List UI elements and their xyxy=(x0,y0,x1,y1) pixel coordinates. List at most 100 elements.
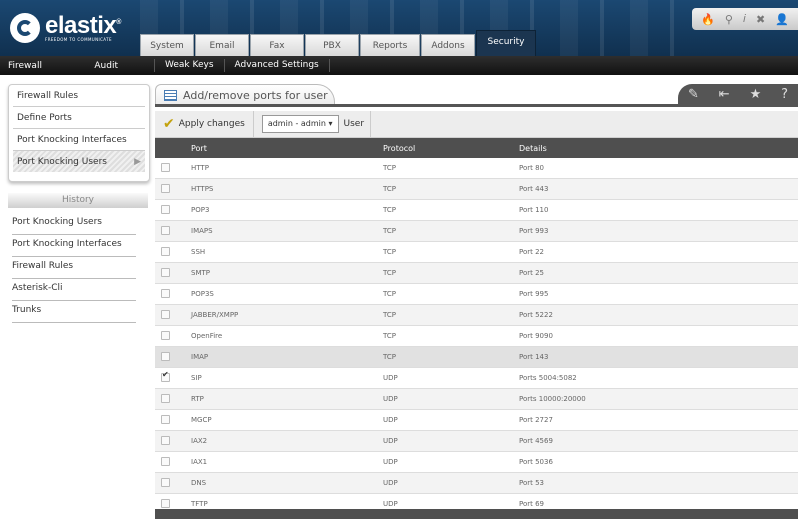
row-checkbox[interactable] xyxy=(161,351,170,361)
port-cell: SMTP xyxy=(191,262,383,284)
row-select-cell xyxy=(155,220,191,242)
logo-tagline: FREEDOM TO COMMUNICATE xyxy=(45,37,112,42)
history-item-port-knocking-interfaces[interactable]: Port Knocking Interfaces xyxy=(12,234,136,257)
protocol-cell: TCP xyxy=(383,241,519,263)
logo-icon xyxy=(10,12,40,43)
protocol-cell: TCP xyxy=(383,304,519,326)
details-cell: Port 143 xyxy=(519,346,798,368)
port-cell: JABBER/XMPP xyxy=(191,304,383,326)
row-checkbox[interactable] xyxy=(161,204,170,214)
sidebar-item-firewall-rules[interactable]: Firewall Rules xyxy=(13,85,145,107)
history-item-trunks[interactable]: Trunks xyxy=(12,300,136,323)
table-row[interactable]: SMTP TCP Port 25 xyxy=(155,262,798,284)
row-checkbox[interactable] xyxy=(161,456,170,466)
tab-reports[interactable]: Reports xyxy=(360,34,420,56)
protocol-cell: TCP xyxy=(383,346,519,368)
table-row[interactable]: IAX1 UDP Port 5036 xyxy=(155,451,798,473)
row-checkbox[interactable] xyxy=(161,414,170,424)
tab-email[interactable]: Email xyxy=(195,34,249,56)
subnav-firewall[interactable]: Firewall xyxy=(8,61,42,71)
tab-fax[interactable]: Fax xyxy=(250,34,304,56)
apply-changes-button[interactable]: ✔ Apply changes xyxy=(155,111,254,137)
row-checkbox[interactable] xyxy=(161,246,170,256)
port-column-header: Port xyxy=(191,138,383,158)
sidebar-item-define-ports[interactable]: Define Ports xyxy=(13,107,145,129)
row-checkbox[interactable] xyxy=(161,288,170,298)
table-row[interactable]: POP3S TCP Port 995 xyxy=(155,283,798,305)
row-checkbox[interactable] xyxy=(161,309,170,319)
row-select-cell xyxy=(155,346,191,368)
tab-security[interactable]: Security xyxy=(476,30,536,56)
subnav-weak-keys[interactable]: Weak Keys xyxy=(154,59,225,72)
row-checkbox[interactable] xyxy=(161,435,170,445)
details-cell: Port 4569 xyxy=(519,430,798,452)
history-item-asterisk-cli[interactable]: Asterisk-Cli xyxy=(12,278,136,301)
row-checkbox[interactable] xyxy=(161,162,170,172)
row-checkbox[interactable] xyxy=(161,330,170,340)
help-icon[interactable]: ? xyxy=(781,87,788,102)
table-row[interactable]: DNS UDP Port 53 xyxy=(155,472,798,494)
user-select[interactable]: admin - admin ▾ xyxy=(261,115,339,133)
flame-icon[interactable]: 🔥 xyxy=(701,13,715,26)
details-cell: Port 5036 xyxy=(519,451,798,473)
table-row[interactable]: IAX2 UDP Port 4569 xyxy=(155,430,798,452)
sidebar-item-port-knocking-interfaces[interactable]: Port Knocking Interfaces xyxy=(13,129,145,151)
row-checkbox[interactable] xyxy=(161,183,170,193)
details-cell: Ports 5004:5082 xyxy=(519,367,798,389)
user-select-value: admin - admin xyxy=(267,119,326,128)
row-select-cell xyxy=(155,388,191,410)
port-cell: POP3 xyxy=(191,199,383,221)
history-header: History xyxy=(8,193,148,208)
history-item-port-knocking-users[interactable]: Port Knocking Users xyxy=(12,212,136,235)
table-footer-bar xyxy=(155,509,798,519)
star-icon[interactable]: ★ xyxy=(750,87,762,102)
elastix-logo[interactable]: elastix® FREEDOM TO COMMUNICATE xyxy=(10,12,121,43)
info-icon[interactable]: 𝑖 xyxy=(743,12,746,26)
user-icon[interactable]: 👤 xyxy=(775,13,789,26)
table-row[interactable]: IMAP TCP Port 143 xyxy=(155,346,798,368)
row-checkbox[interactable] xyxy=(161,498,170,508)
protocol-cell: TCP xyxy=(383,262,519,284)
row-checkbox[interactable] xyxy=(161,477,170,487)
apply-label: Apply changes xyxy=(178,119,245,129)
row-checkbox[interactable] xyxy=(161,370,170,382)
protocol-cell: TCP xyxy=(383,283,519,305)
sidebar-menu: Firewall Rules Define Ports Port Knockin… xyxy=(8,84,150,182)
table-row[interactable]: HTTPS TCP Port 443 xyxy=(155,178,798,200)
tab-pbx[interactable]: PBX xyxy=(305,34,359,56)
tab-addons[interactable]: Addons xyxy=(421,34,475,56)
protocol-cell: UDP xyxy=(383,367,519,389)
details-cell: Port 995 xyxy=(519,283,798,305)
subnav-audit[interactable]: Audit xyxy=(94,61,118,71)
collapse-icon[interactable]: ⇤ xyxy=(719,87,730,102)
tools-icon[interactable]: ✖ xyxy=(756,13,765,26)
port-cell: IAX1 xyxy=(191,451,383,473)
history-item-firewall-rules[interactable]: Firewall Rules xyxy=(12,256,136,279)
table-row[interactable]: IMAPS TCP Port 993 xyxy=(155,220,798,242)
table-row[interactable]: MGCP UDP Port 2727 xyxy=(155,409,798,431)
table-row[interactable]: JABBER/XMPP TCP Port 5222 xyxy=(155,304,798,326)
row-checkbox[interactable] xyxy=(161,267,170,277)
table-row[interactable]: RTP UDP Ports 10000:20000 xyxy=(155,388,798,410)
edit-icon[interactable]: ✎ xyxy=(688,87,699,102)
row-select-cell xyxy=(155,325,191,347)
row-checkbox[interactable] xyxy=(161,393,170,403)
action-bar: ✔ Apply changes admin - admin ▾ User xyxy=(155,111,798,138)
row-checkbox[interactable] xyxy=(161,225,170,235)
table-row[interactable]: OpenFire TCP Port 9090 xyxy=(155,325,798,347)
sidebar-item-port-knocking-users[interactable]: Port Knocking Users ▶ xyxy=(13,151,145,172)
details-cell: Port 110 xyxy=(519,199,798,221)
table-row[interactable]: SIPUDPPorts 5004:5082 xyxy=(155,367,798,389)
row-select-cell xyxy=(155,367,191,389)
search-icon[interactable]: ⚲ xyxy=(725,13,733,26)
tab-system[interactable]: System xyxy=(140,34,194,56)
row-select-cell xyxy=(155,472,191,494)
table-row[interactable]: POP3 TCP Port 110 xyxy=(155,199,798,221)
protocol-cell: TCP xyxy=(383,199,519,221)
subnav-advanced-settings[interactable]: Advanced Settings xyxy=(225,59,330,72)
table-row[interactable]: SSH TCP Port 22 xyxy=(155,241,798,263)
table-row[interactable]: HTTP TCP Port 80 xyxy=(155,158,798,179)
port-cell: RTP xyxy=(191,388,383,410)
sub-navigation: Firewall Audit Weak Keys Advanced Settin… xyxy=(0,56,798,75)
row-select-cell xyxy=(155,283,191,305)
